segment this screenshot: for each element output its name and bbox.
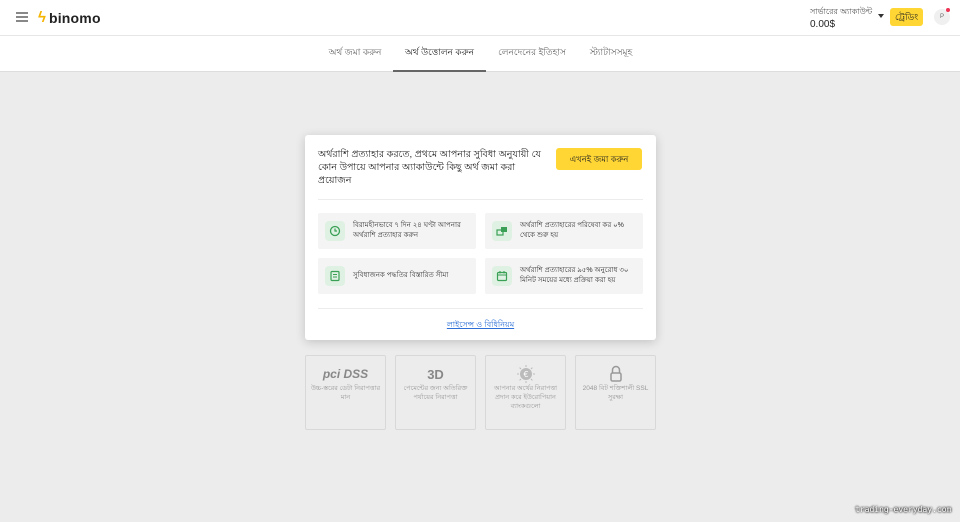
feature-text: অর্থরাশি প্রত্যাহারের পরিষেবা কর ০% থেকে… bbox=[520, 222, 624, 239]
withdraw-message: অর্থরাশি প্রত্যাহার করতে, প্রথমে আপনার স… bbox=[318, 149, 541, 186]
tab-deposit[interactable]: অর্থ জমা করুন bbox=[318, 36, 392, 72]
tab-transaction-history[interactable]: লেনদেনের ইতিহাস bbox=[490, 36, 574, 72]
card-icon bbox=[325, 266, 345, 286]
account-balance: 0.00$ bbox=[810, 19, 836, 30]
deposit-now-button[interactable]: এখনই জমা করুন bbox=[556, 148, 642, 170]
feature-text: বিরামহীনভাবে ৭ দিন ২৪ ঘণ্টা আপনার অর্থরা… bbox=[353, 222, 461, 239]
badge-text: পেমেন্টের জন্য অতিরিক্ত পর্যায়ের নিরাপত… bbox=[403, 385, 468, 401]
tab-statuses[interactable]: স্ট্যাটাসসমূহ bbox=[580, 36, 642, 72]
3d-secure-badge: 3D পেমেন্টের জন্য অতিরিক্ত পর্যায়ের নির… bbox=[395, 355, 476, 430]
pci-dss-badge: pci DSS উচ্চ-স্তরের ডেটা নিরাপত্তার মান bbox=[305, 355, 386, 430]
feature-item: অর্থরাশি প্রত্যাহারের ৯৫% অনুরোধ ৩০ মিনি… bbox=[485, 258, 643, 294]
trade-button[interactable]: ট্রেডিং bbox=[890, 8, 924, 26]
euro-shield-icon: € bbox=[486, 364, 565, 384]
account-selector[interactable]: সার্ভারের অ্যাকাউন্ট 0.00$ bbox=[810, 6, 872, 30]
bolt-icon: ϟ bbox=[38, 9, 46, 26]
3d-secure-icon: 3D bbox=[427, 366, 444, 382]
notification-dot bbox=[946, 8, 950, 12]
account-label: সার্ভারের অ্যাকাউন্ট bbox=[810, 7, 873, 16]
clock-icon bbox=[325, 221, 345, 241]
pci-dss-icon: pci DSS bbox=[322, 367, 369, 381]
logo[interactable]: ϟ binomo bbox=[38, 9, 101, 26]
badge-text: আপনার অর্থের নিরাপত্তা প্রদান করে ইউরোপি… bbox=[493, 385, 558, 410]
chevron-down-icon[interactable] bbox=[878, 14, 884, 18]
badge-text: 2048 বিট শক্তিশালী SSL সুরক্ষা bbox=[582, 385, 649, 401]
ssl-badge: 2048 বিট শক্তিশালী SSL সুরক্ষা bbox=[575, 355, 656, 430]
cashier-tabs: অর্থ জমা করুন অর্থ উত্তোলন করুন লেনদেনের… bbox=[0, 36, 960, 72]
tab-withdraw[interactable]: অর্থ উত্তোলন করুন bbox=[393, 36, 486, 72]
lock-icon bbox=[576, 364, 655, 384]
money-stack-icon bbox=[492, 221, 512, 241]
euro-badge: € আপনার অর্থের নিরাপত্তা প্রদান করে ইউরো… bbox=[485, 355, 566, 430]
feature-item: অর্থরাশি প্রত্যাহারের পরিষেবা কর ০% থেকে… bbox=[485, 213, 643, 249]
feature-text: সুবিধাজনক পদ্ধতির বিস্তারিত সীমা bbox=[353, 272, 449, 279]
logo-text: binomo bbox=[48, 9, 101, 26]
menu-icon[interactable] bbox=[16, 12, 28, 22]
divider bbox=[318, 199, 643, 200]
divider bbox=[318, 308, 643, 309]
calendar-icon bbox=[492, 266, 512, 286]
top-header: ϟ binomo সার্ভারের অ্যাকাউন্ট 0.00$ ট্রে… bbox=[0, 0, 960, 36]
svg-text:€: € bbox=[523, 370, 528, 379]
watermark: trading-everyday.com bbox=[855, 505, 952, 514]
license-link[interactable]: লাইসেন্স ও বিধিনিয়ম bbox=[305, 319, 656, 332]
feature-text: অর্থরাশি প্রত্যাহারের ৯৫% অনুরোধ ৩০ মিনি… bbox=[520, 267, 629, 284]
feature-item: বিরামহীনভাবে ৭ দিন ২৪ ঘণ্টা আপনার অর্থরা… bbox=[318, 213, 476, 249]
feature-item: সুবিধাজনক পদ্ধতির বিস্তারিত সীমা bbox=[318, 258, 476, 294]
badge-text: উচ্চ-স্তরের ডেটা নিরাপত্তার মান bbox=[310, 385, 381, 401]
withdraw-info-card: অর্থরাশি প্রত্যাহার করতে, প্রথমে আপনার স… bbox=[305, 135, 656, 340]
